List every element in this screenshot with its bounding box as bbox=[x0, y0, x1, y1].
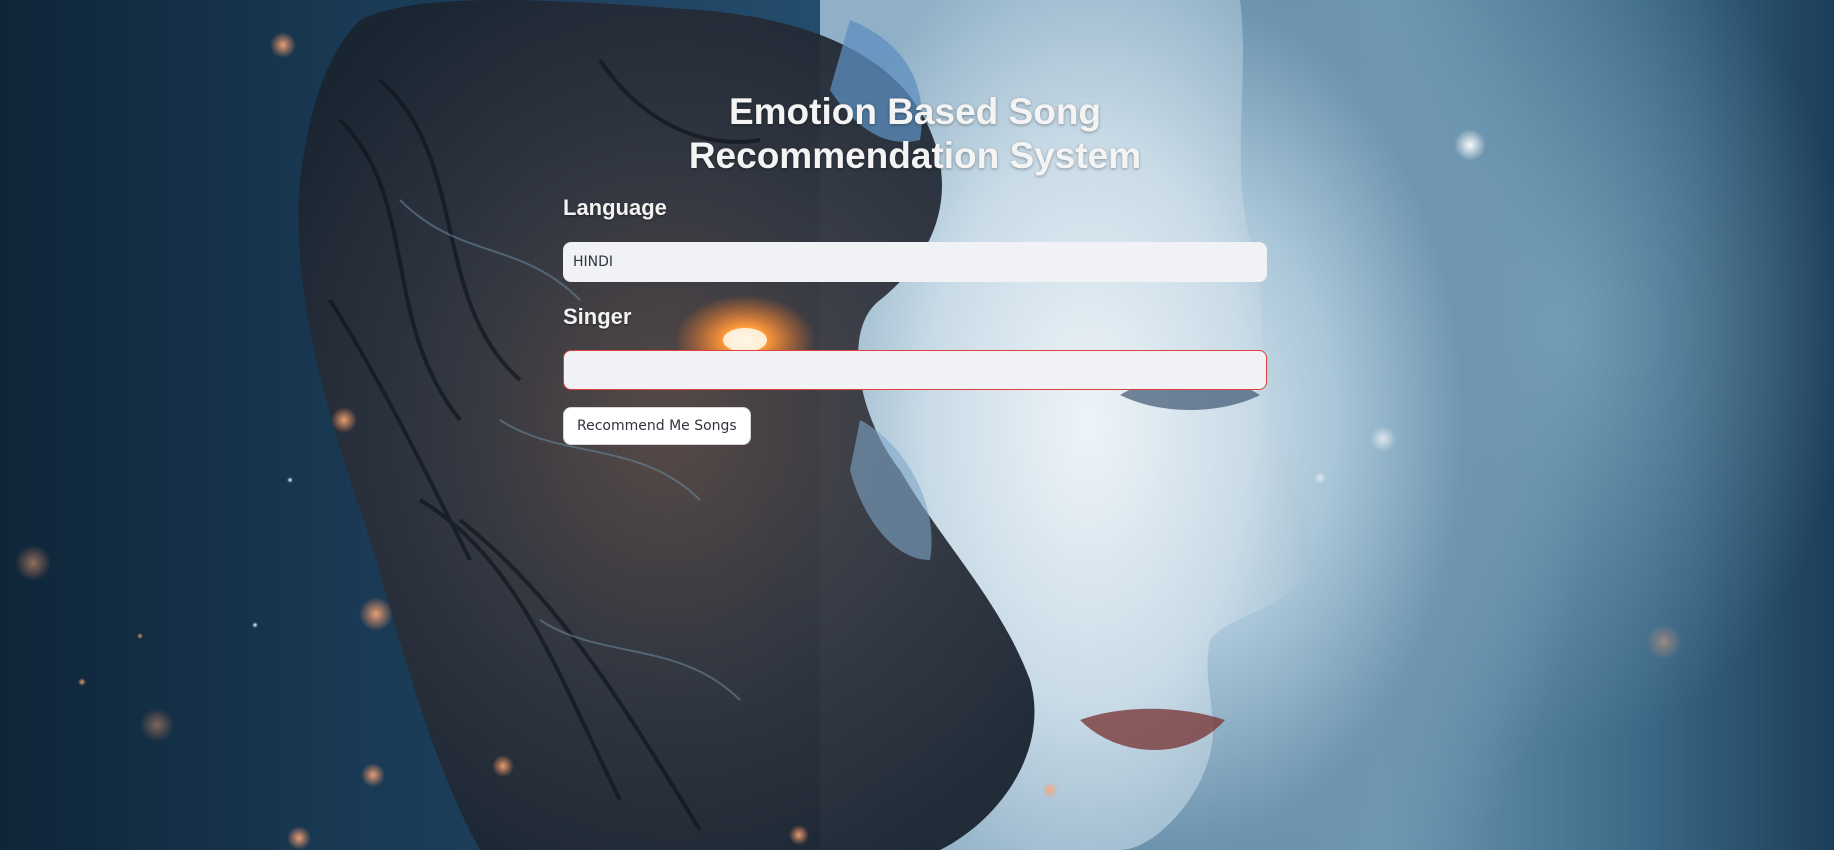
singer-label: Singer bbox=[563, 304, 632, 329]
page-title: Emotion Based Song Recommendation System bbox=[563, 90, 1267, 178]
app-page: Emotion Based Song Recommendation System… bbox=[0, 0, 1834, 850]
language-input[interactable] bbox=[563, 242, 1267, 282]
page-title-line-1: Emotion Based Song bbox=[728, 91, 1102, 132]
page-title-line-2: Recommendation System bbox=[688, 135, 1142, 176]
singer-input[interactable] bbox=[563, 350, 1267, 390]
recommend-songs-button[interactable]: Recommend Me Songs bbox=[563, 407, 751, 445]
language-label: Language bbox=[563, 195, 667, 220]
